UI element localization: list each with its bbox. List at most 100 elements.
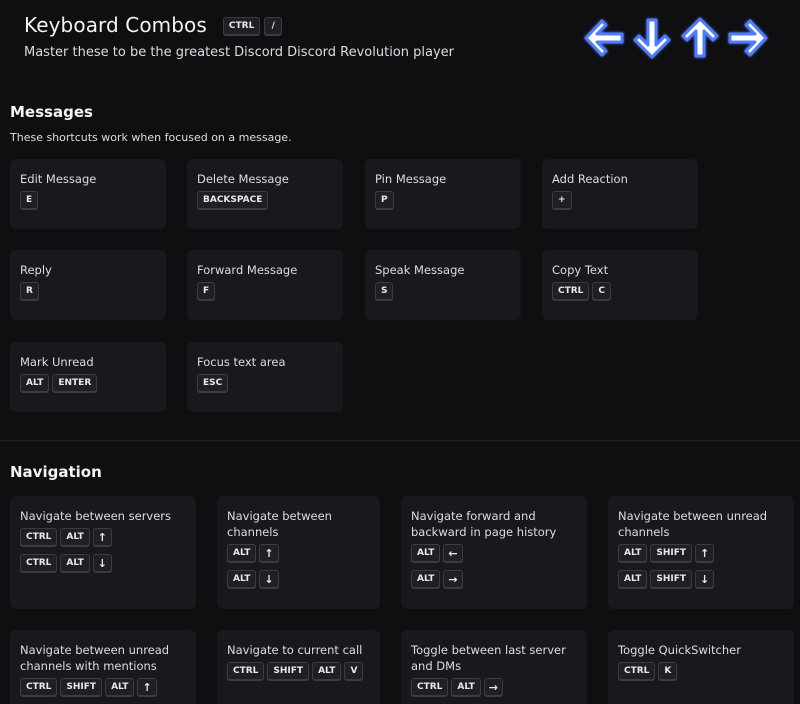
key-cap: CTRL (222, 17, 261, 35)
key-cap: ↑ (259, 544, 279, 562)
key-cap: → (443, 570, 463, 588)
key-cap: ALT (618, 544, 648, 562)
key-cap: ↓ (259, 570, 279, 588)
key-combo: ALT ↓ (227, 570, 370, 588)
shortcut-card: Mark Unread ALT ENTER (10, 342, 166, 412)
key-combo: CTRL ALT ↓ (20, 554, 186, 572)
title-row: Keyboard Combos CTRL / (24, 13, 283, 37)
arrow-up-icon (678, 14, 722, 62)
key-combo: ALT ENTER (20, 374, 156, 392)
shortcut-label: Focus text area (197, 355, 286, 369)
arrow-right-icon (726, 14, 770, 62)
shortcut-card: Navigate forward and backward in page hi… (401, 496, 587, 609)
key-cap: ↓ (695, 570, 715, 588)
key-cap: CTRL (20, 528, 58, 546)
shortcut-label: Navigate between servers (20, 509, 172, 523)
key-cap: SHIFT (650, 570, 693, 588)
title-shortcut: CTRL / (222, 17, 283, 35)
shortcut-label: Edit Message (20, 172, 97, 186)
arrow-left-icon (582, 14, 626, 62)
shortcut-card: Speak Message S (365, 250, 521, 320)
key-cap: ↑ (137, 678, 157, 696)
section-description-messages: These shortcuts work when focused on a m… (10, 131, 292, 144)
keyboard-combos-modal: Keyboard Combos CTRL / Master these to b… (0, 0, 800, 704)
shortcut-card: Forward Message F (187, 250, 343, 320)
key-cap: K (658, 662, 678, 680)
key-cap: ALT (312, 662, 342, 680)
key-cap: F (197, 282, 216, 300)
key-combo: ALT SHIFT ↓ (618, 570, 784, 588)
key-cap: SHIFT (60, 678, 103, 696)
key-cap: CTRL (618, 662, 656, 680)
key-cap: ALT (105, 678, 135, 696)
key-cap: SHIFT (267, 662, 310, 680)
page-subtitle: Master these to be the greatest Discord … (24, 45, 455, 60)
section-title-messages: Messages (10, 103, 93, 121)
key-cap: E (20, 191, 39, 209)
key-cap: CTRL (20, 678, 58, 696)
key-combo: CTRL C (552, 282, 688, 300)
shortcut-card: Add Reaction + (542, 159, 698, 229)
shortcut-label: Navigate between channels (227, 509, 332, 539)
key-cap: ALT (618, 570, 648, 588)
key-combo: ALT → (411, 570, 577, 588)
key-cap: P (375, 191, 394, 209)
key-cap: ↑ (92, 528, 112, 546)
key-combo: ESC (197, 374, 333, 392)
key-combo: E (20, 191, 156, 209)
key-combo: CTRL SHIFT ALT V (227, 662, 370, 680)
shortcut-card: Edit Message E (10, 159, 166, 229)
shortcut-card: Navigate between servers CTRL ALT ↑ CTRL ALT ↓ (10, 496, 196, 609)
key-combo: + (552, 191, 688, 209)
key-combo: ALT ← (411, 544, 577, 562)
shortcut-card: Navigate between unread channels ALT SHIFT… (608, 496, 794, 609)
key-combo: F (197, 282, 333, 300)
arrow-down-icon (630, 14, 674, 62)
shortcut-label: Navigate between unread channels (618, 509, 768, 539)
shortcut-label: Navigate to current call (227, 643, 363, 657)
shortcut-card: Navigate between channels ALT ↑ ALT ↓ (217, 496, 380, 609)
ddr-arrows (582, 14, 770, 62)
section-title-navigation: Navigation (10, 463, 102, 481)
key-cap: CTRL (411, 678, 449, 696)
key-cap: + (552, 191, 572, 209)
key-cap: S (375, 282, 394, 300)
shortcut-card: Toggle QuickSwitcher CTRL K (608, 630, 794, 704)
shortcut-card: Toggle between last server and DMs CTRL AL… (401, 630, 587, 704)
key-combo: R (20, 282, 156, 300)
shortcut-label: Speak Message (375, 263, 465, 277)
key-cap: ↓ (92, 554, 112, 572)
key-cap: ALT (451, 678, 481, 696)
shortcut-label: Toggle QuickSwitcher (618, 643, 741, 657)
shortcut-card: Focus text area ESC (187, 342, 343, 412)
key-cap: ALT (20, 374, 50, 392)
key-cap: BACKSPACE (197, 191, 269, 209)
header: Keyboard Combos CTRL / Master these to b… (0, 0, 800, 80)
shortcut-card: Navigate between unread channels with me… (10, 630, 196, 704)
key-cap: ↑ (695, 544, 715, 562)
shortcut-label: Reply (20, 263, 52, 277)
shortcut-card: Pin Message P (365, 159, 521, 229)
shortcut-label: Toggle between last server and DMs (411, 643, 566, 673)
shortcut-card: Navigate to current call CTRL SHIFT ALT V (217, 630, 380, 704)
key-cap: ALT (60, 528, 90, 546)
key-cap: ALT (227, 544, 257, 562)
shortcut-label: Add Reaction (552, 172, 628, 186)
key-combo: ALT SHIFT ↑ (618, 544, 784, 562)
key-cap: R (20, 282, 39, 300)
key-cap: → (483, 678, 503, 696)
key-cap: ← (443, 544, 463, 562)
key-cap: ALT (227, 570, 257, 588)
key-combo: CTRL K (618, 662, 784, 680)
key-combo: CTRL SHIFT ALT ↑ (20, 678, 186, 696)
key-cap: C (592, 282, 612, 300)
shortcut-label: Delete Message (197, 172, 289, 186)
key-cap: ESC (197, 374, 229, 392)
key-combo: P (375, 191, 511, 209)
shortcut-label: Navigate between unread channels with me… (20, 643, 170, 673)
section-divider (0, 440, 800, 441)
key-cap: CTRL (20, 554, 58, 572)
key-combo: CTRL ALT ↑ (20, 528, 186, 546)
key-cap: ALT (411, 570, 441, 588)
key-combo: BACKSPACE (197, 191, 333, 209)
